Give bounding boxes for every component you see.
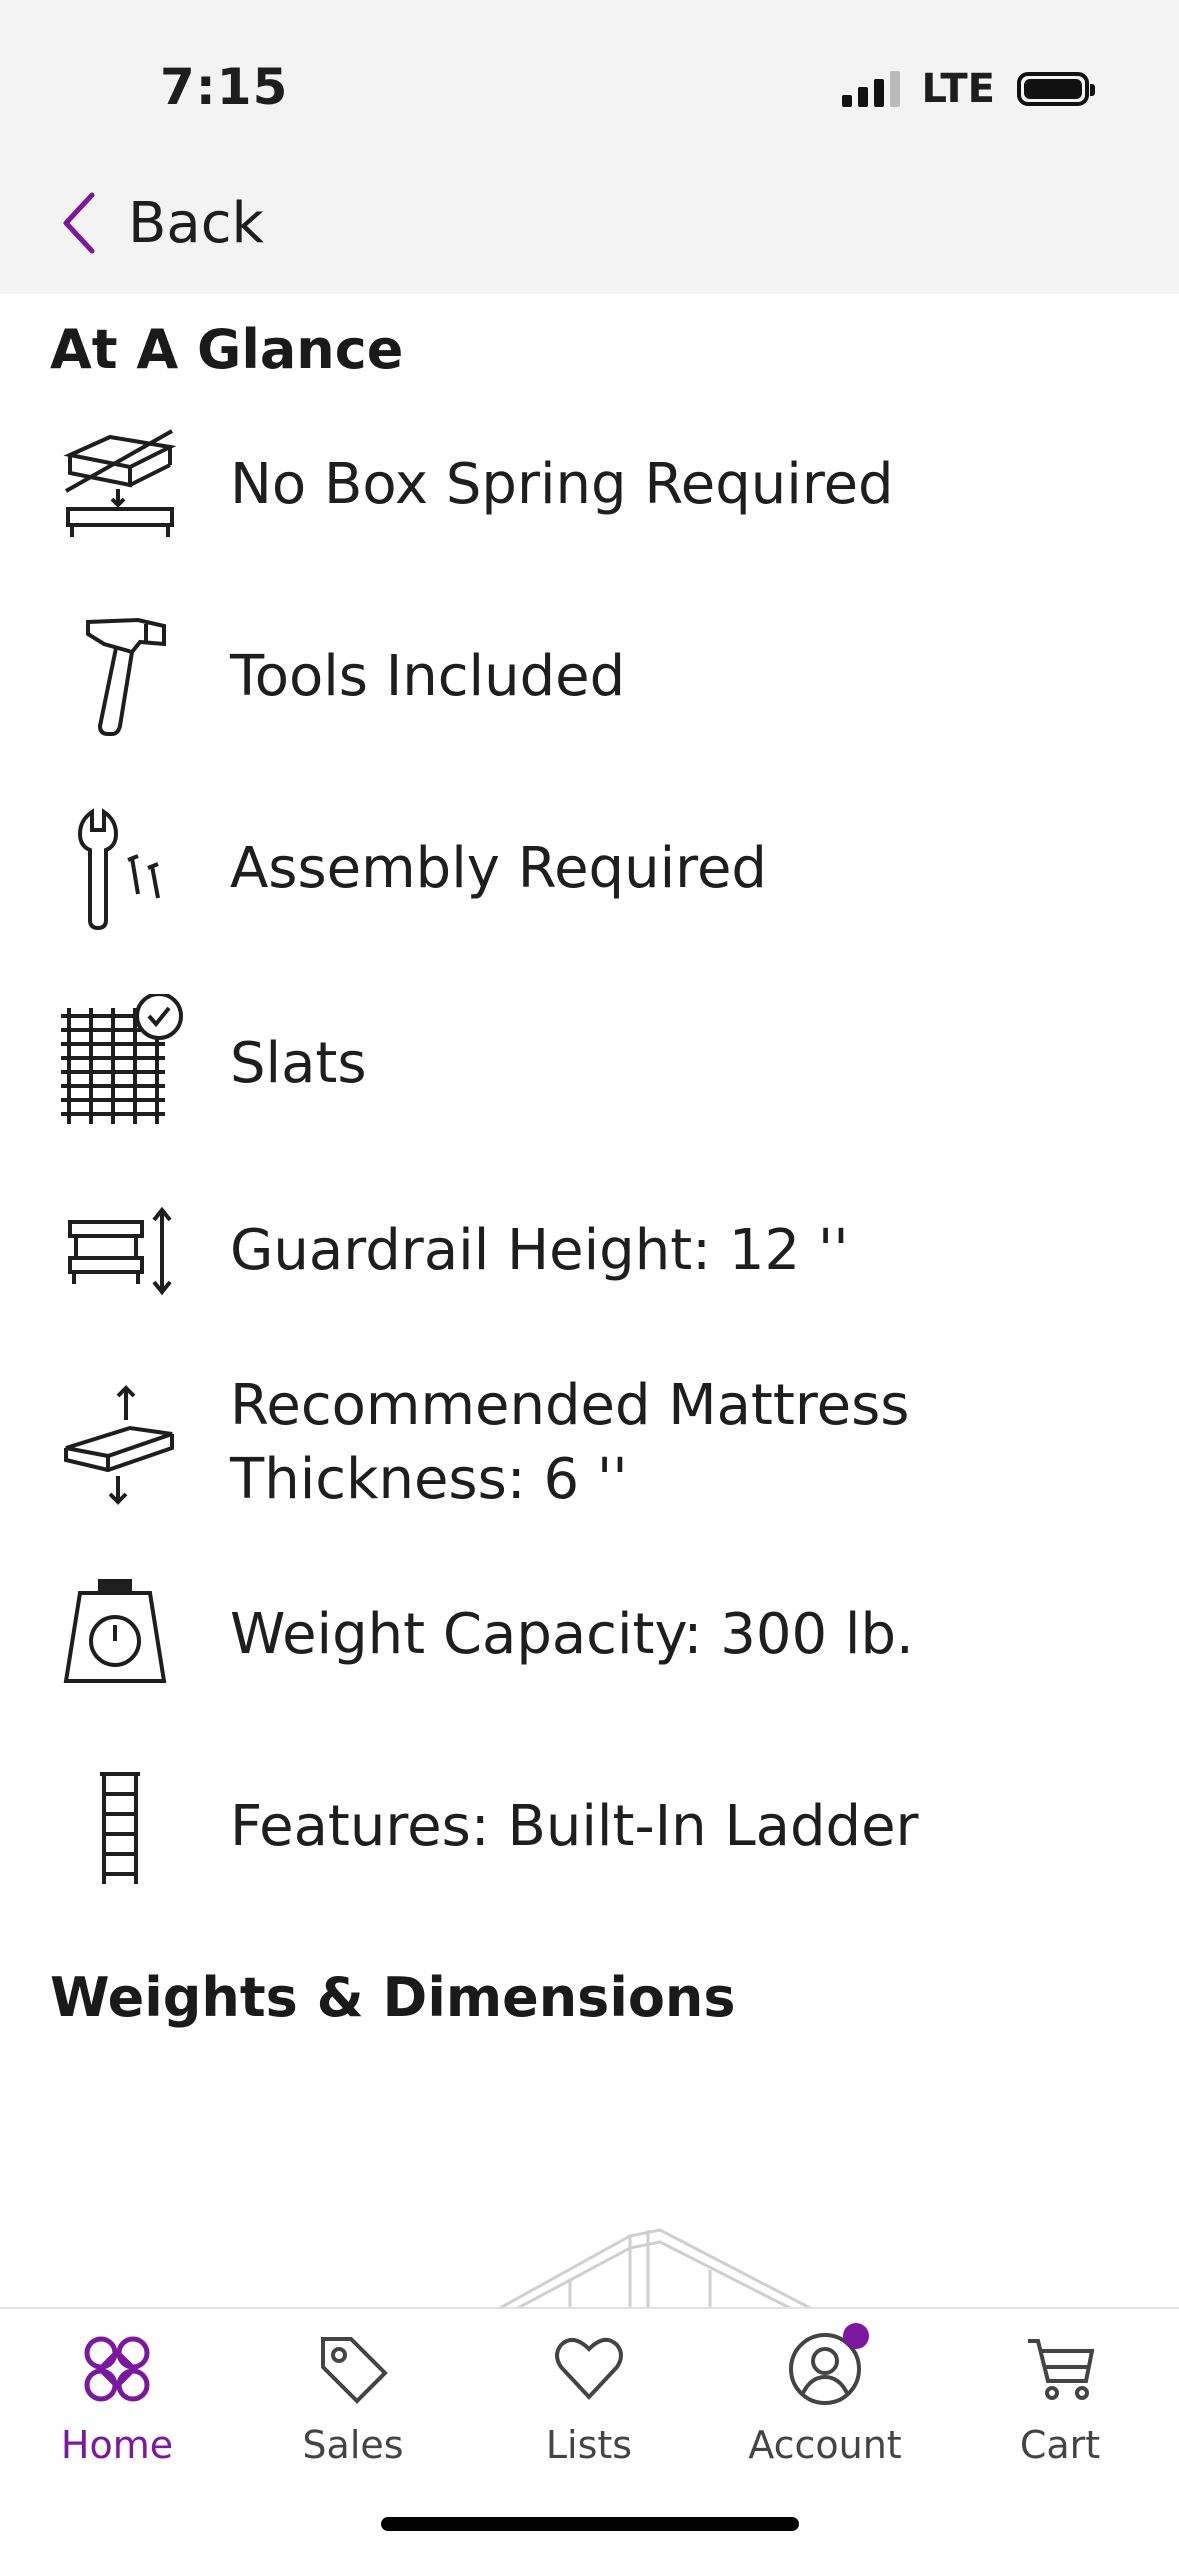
glance-text: Weight Capacity: 300 lb. (230, 1602, 914, 1667)
glance-item: Weight Capacity: 300 lb. (0, 1570, 1179, 1700)
back-label: Back (128, 190, 264, 256)
glance-item: No Box Spring Required (0, 420, 1179, 550)
at-a-glance-title: At A Glance (50, 318, 404, 381)
tab-label: Account (748, 2423, 902, 2467)
tab-account[interactable]: Account (710, 2323, 940, 2479)
back-button[interactable]: Back (60, 188, 264, 258)
heart-icon (549, 2329, 629, 2409)
home-indicator[interactable] (381, 2517, 799, 2531)
network-type: LTE (921, 66, 995, 112)
tab-label: Cart (1019, 2423, 1101, 2467)
tab-home[interactable]: Home (2, 2329, 232, 2479)
tab-label: Lists (545, 2423, 633, 2467)
home-icon (77, 2329, 157, 2409)
glance-item: Recommended Mattress Thickness: 6 '' (0, 1368, 1179, 1518)
status-time: 7:15 (160, 58, 289, 116)
weights-dimensions-title: Weights & Dimensions (50, 1966, 736, 2029)
glance-item: Guardrail Height: 12 '' (0, 1186, 1179, 1316)
tab-cart[interactable]: Cart (945, 2329, 1175, 2479)
wrench-screws-icon (55, 804, 185, 934)
glance-text: Slats (230, 1031, 367, 1096)
status-indicators: LTE (841, 64, 1095, 114)
glance-text: No Box Spring Required (230, 452, 894, 517)
glance-text: Tools Included (230, 644, 626, 709)
ladder-icon (55, 1762, 185, 1892)
glance-text: Recommended Mattress Thickness: 6 '' (230, 1373, 910, 1512)
battery-icon (1017, 72, 1095, 106)
glance-item: Assembly Required (0, 804, 1179, 934)
notification-badge (843, 2323, 869, 2349)
guardrail-height-icon (55, 1186, 185, 1316)
no-box-spring-icon (55, 420, 185, 550)
slats-icon (55, 994, 185, 1129)
glance-item: Tools Included (0, 612, 1179, 742)
mattress-thickness-icon (55, 1378, 185, 1508)
signal-icon (841, 71, 900, 107)
tab-label: Home (60, 2423, 174, 2467)
account-icon (785, 2323, 869, 2409)
glance-text: Guardrail Height: 12 '' (230, 1218, 849, 1283)
glance-item: Slats (0, 994, 1179, 1134)
sales-tag-icon (313, 2329, 393, 2409)
glance-text: Assembly Required (230, 836, 767, 901)
cart-icon (1020, 2329, 1100, 2409)
top-bar: 7:15 LTE Back (0, 0, 1179, 294)
tab-lists[interactable]: Lists (474, 2329, 704, 2479)
hammer-icon (55, 612, 185, 742)
glance-item: Features: Built-In Ladder (0, 1762, 1179, 1892)
tab-sales[interactable]: Sales (238, 2329, 468, 2479)
scale-icon (55, 1570, 185, 1700)
product-image (470, 2200, 830, 2308)
tab-label: Sales (302, 2423, 404, 2467)
chevron-left-icon (63, 192, 95, 254)
glance-text: Features: Built-In Ladder (230, 1794, 919, 1859)
